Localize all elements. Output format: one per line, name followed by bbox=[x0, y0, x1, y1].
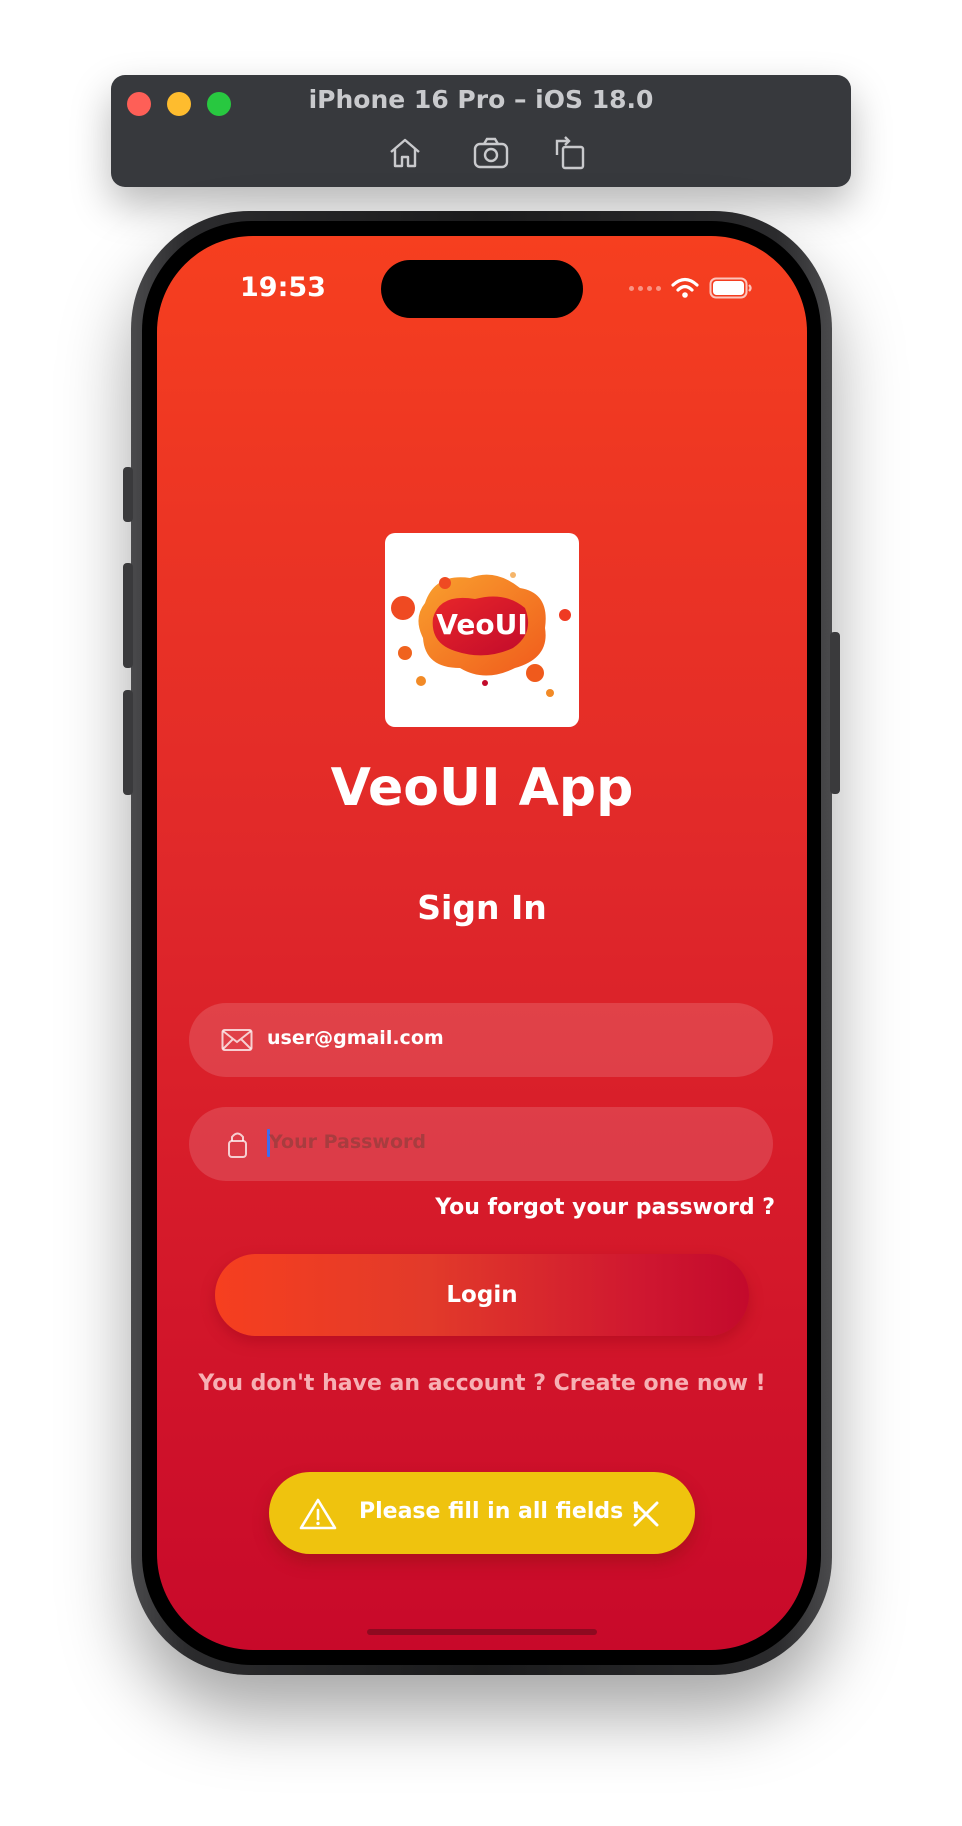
phone-screen: 19:53 VeoUI VeoUI App Sign In user@gmail… bbox=[157, 236, 807, 1650]
simulator-title: iPhone 16 Pro – iOS 18.0 bbox=[308, 85, 654, 114]
password-field[interactable]: Your Password bbox=[189, 1107, 773, 1181]
create-account-link[interactable]: You don't have an account ? Create one n… bbox=[157, 1371, 807, 1396]
status-icons bbox=[629, 276, 753, 300]
cellular-signal-icon bbox=[629, 285, 661, 291]
forgot-password-link[interactable]: You forgot your password ? bbox=[435, 1195, 775, 1220]
simulator-title-bar: iPhone 16 Pro – iOS 18.0 bbox=[111, 75, 851, 187]
status-time: 19:53 bbox=[240, 272, 326, 303]
app-logo: VeoUI bbox=[385, 533, 579, 727]
login-button[interactable]: Login bbox=[215, 1254, 749, 1336]
email-value: user@gmail.com bbox=[267, 1027, 444, 1049]
screenshot-icon[interactable] bbox=[471, 133, 511, 173]
logo-text: VeoUI bbox=[436, 608, 528, 641]
lock-icon bbox=[228, 1132, 247, 1158]
volume-down-button bbox=[123, 690, 133, 795]
battery-icon bbox=[709, 277, 752, 299]
volume-up-button bbox=[123, 563, 133, 668]
password-placeholder: Your Password bbox=[269, 1131, 427, 1153]
email-field[interactable]: user@gmail.com bbox=[189, 1003, 773, 1077]
home-indicator bbox=[367, 1629, 597, 1635]
power-button bbox=[830, 632, 840, 794]
sign-in-heading: Sign In bbox=[417, 888, 547, 927]
envelope-icon bbox=[221, 1029, 253, 1051]
rotate-icon[interactable] bbox=[549, 133, 589, 173]
app-title: VeoUI App bbox=[330, 758, 634, 818]
dynamic-island bbox=[381, 260, 583, 318]
error-toast: Please fill in all fields ! bbox=[269, 1472, 695, 1554]
warning-icon bbox=[299, 1498, 337, 1530]
action-button bbox=[123, 467, 133, 522]
wifi-icon bbox=[671, 277, 699, 298]
close-icon[interactable] bbox=[631, 1499, 661, 1529]
toast-message: Please fill in all fields ! bbox=[359, 1499, 641, 1524]
home-icon[interactable] bbox=[385, 133, 425, 173]
